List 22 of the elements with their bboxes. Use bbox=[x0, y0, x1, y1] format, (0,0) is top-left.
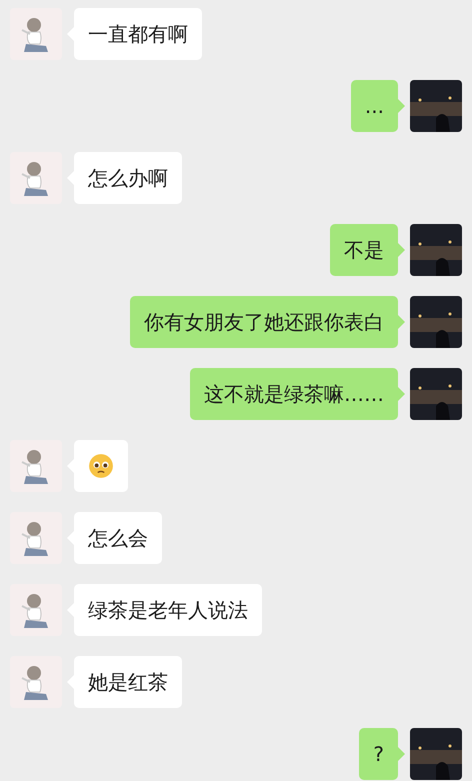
message-bubble: 这不就是绿茶嘛…… bbox=[190, 368, 398, 420]
message-bubble: 怎么会 bbox=[74, 512, 162, 564]
message-bubble: ... bbox=[350, 80, 398, 132]
message-bubble: 不是 bbox=[330, 224, 398, 276]
photo-placeholder[interactable] bbox=[410, 224, 462, 276]
message-bubble: ? bbox=[359, 728, 398, 780]
avatar-drawing[interactable] bbox=[10, 440, 62, 492]
photo-placeholder[interactable] bbox=[410, 296, 462, 348]
message-bubble: 她是红茶 bbox=[74, 656, 182, 708]
message-bubble: 怎么办啊 bbox=[74, 152, 182, 204]
pleading-face-icon bbox=[88, 453, 114, 479]
photo-placeholder[interactable] bbox=[410, 80, 462, 132]
avatar-drawing[interactable] bbox=[10, 656, 62, 708]
avatar-drawing[interactable] bbox=[10, 512, 62, 564]
message-bubble: 你有女朋友了她还跟你表白 bbox=[130, 296, 398, 348]
message-bubble: 一直都有啊 bbox=[74, 8, 202, 60]
avatar-drawing[interactable] bbox=[10, 584, 62, 636]
avatar-drawing[interactable] bbox=[10, 152, 62, 204]
photo-placeholder[interactable] bbox=[410, 728, 462, 780]
avatar-drawing[interactable] bbox=[10, 8, 62, 60]
message-bubble: 绿茶是老年人说法 bbox=[74, 584, 262, 636]
photo-placeholder[interactable] bbox=[410, 368, 462, 420]
